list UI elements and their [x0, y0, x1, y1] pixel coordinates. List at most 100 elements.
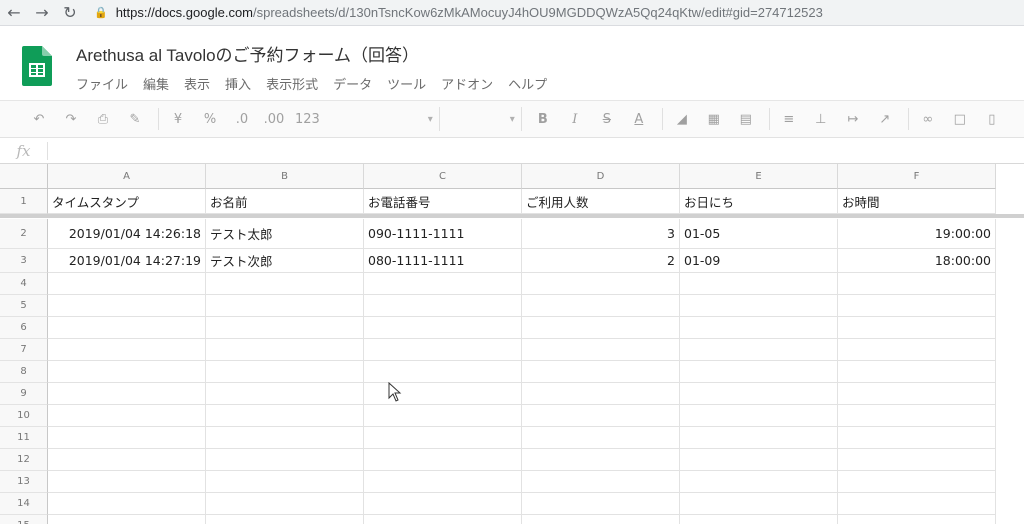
column-header-b[interactable]: B — [206, 164, 364, 189]
cell-e10[interactable] — [680, 405, 838, 427]
cell-d9[interactable] — [522, 383, 680, 405]
cell-f5[interactable] — [838, 295, 996, 317]
cell-a3[interactable]: 2019/01/04 14:27:19 — [48, 249, 206, 273]
cell-a9[interactable] — [48, 383, 206, 405]
cell-b4[interactable] — [206, 273, 364, 295]
cell-a11[interactable] — [48, 427, 206, 449]
cell-d7[interactable] — [522, 339, 680, 361]
cell-f9[interactable] — [838, 383, 996, 405]
text-rotation-icon[interactable]: ↗ — [874, 107, 896, 131]
cell-c3[interactable]: 080-1111-1111 — [364, 249, 522, 273]
cell-d5[interactable] — [522, 295, 680, 317]
cell-b5[interactable] — [206, 295, 364, 317]
row-header[interactable]: 14 — [0, 493, 48, 515]
row-header[interactable]: 9 — [0, 383, 48, 405]
cell-d4[interactable] — [522, 273, 680, 295]
cell-f12[interactable] — [838, 449, 996, 471]
sheets-logo-icon[interactable] — [22, 46, 52, 86]
cell-e2[interactable]: 01-05 — [680, 219, 838, 249]
cell-c11[interactable] — [364, 427, 522, 449]
cell-b3[interactable]: テスト次郎 — [206, 249, 364, 273]
cell-d2[interactable]: 3 — [522, 219, 680, 249]
text-wrap-icon[interactable]: ↦ — [842, 107, 864, 131]
menu-file[interactable]: ファイル — [76, 74, 137, 93]
fill-color-icon[interactable]: ◢ — [671, 107, 693, 131]
column-header-d[interactable]: D — [522, 164, 680, 189]
merge-cells-icon[interactable]: ▤ — [735, 107, 757, 131]
cell-d12[interactable] — [522, 449, 680, 471]
insert-link-icon[interactable]: ∞ — [917, 107, 939, 131]
cell-e8[interactable] — [680, 361, 838, 383]
cell-c15[interactable] — [364, 515, 522, 524]
cell-f7[interactable] — [838, 339, 996, 361]
row-header[interactable]: 10 — [0, 405, 48, 427]
row-header[interactable]: 13 — [0, 471, 48, 493]
row-header[interactable]: 4 — [0, 273, 48, 295]
cell-f14[interactable] — [838, 493, 996, 515]
menu-edit[interactable]: 編集 — [143, 74, 178, 93]
row-header[interactable]: 7 — [0, 339, 48, 361]
print-icon[interactable]: ⎙ — [92, 107, 114, 131]
row-header[interactable]: 11 — [0, 427, 48, 449]
cell-a7[interactable] — [48, 339, 206, 361]
bold-icon[interactable]: B — [532, 107, 554, 131]
cell-a12[interactable] — [48, 449, 206, 471]
cell-f6[interactable] — [838, 317, 996, 339]
menu-addons[interactable]: アドオン — [441, 74, 502, 93]
address-bar[interactable]: https://docs.google.com/spreadsheets/d/1… — [116, 5, 1024, 20]
cell-e13[interactable] — [680, 471, 838, 493]
cell-c10[interactable] — [364, 405, 522, 427]
menu-format[interactable]: 表示形式 — [266, 74, 327, 93]
column-header-a[interactable]: A — [48, 164, 206, 189]
cell-c5[interactable] — [364, 295, 522, 317]
cell-a5[interactable] — [48, 295, 206, 317]
cell-b15[interactable] — [206, 515, 364, 524]
cell-d13[interactable] — [522, 471, 680, 493]
frozen-row-divider[interactable] — [0, 214, 1024, 218]
paint-format-icon[interactable]: ✎ — [124, 107, 146, 131]
row-header[interactable]: 3 — [0, 249, 48, 273]
cell-b2[interactable]: テスト太郎 — [206, 219, 364, 249]
row-header[interactable]: 1 — [0, 189, 48, 214]
menu-help[interactable]: ヘルプ — [508, 74, 556, 93]
cell-c7[interactable] — [364, 339, 522, 361]
menu-data[interactable]: データ — [333, 74, 381, 93]
cell-b8[interactable] — [206, 361, 364, 383]
insert-chart-icon[interactable]: ▯ — [981, 107, 1003, 131]
cell-b13[interactable] — [206, 471, 364, 493]
reload-icon[interactable]: ↻ — [56, 0, 84, 26]
cell-e11[interactable] — [680, 427, 838, 449]
cell-e1[interactable]: お日にち — [680, 189, 838, 214]
menu-view[interactable]: 表示 — [184, 74, 219, 93]
row-header[interactable]: 5 — [0, 295, 48, 317]
cell-c6[interactable] — [364, 317, 522, 339]
cell-e7[interactable] — [680, 339, 838, 361]
cell-a13[interactable] — [48, 471, 206, 493]
cell-a8[interactable] — [48, 361, 206, 383]
horizontal-align-icon[interactable]: ≡ — [778, 107, 800, 131]
cell-d3[interactable]: 2 — [522, 249, 680, 273]
document-title[interactable]: Arethusa al Tavoloのご予約フォーム（回答） — [76, 41, 419, 66]
cell-a6[interactable] — [48, 317, 206, 339]
cell-a2[interactable]: 2019/01/04 14:26:18 — [48, 219, 206, 249]
cell-a14[interactable] — [48, 493, 206, 515]
cell-b11[interactable] — [206, 427, 364, 449]
cell-b10[interactable] — [206, 405, 364, 427]
cell-b9[interactable] — [206, 383, 364, 405]
strikethrough-icon[interactable]: S — [596, 107, 618, 131]
font-size-select[interactable]: ▾ — [450, 107, 522, 131]
decrease-decimal-button[interactable]: .0 — [231, 107, 253, 131]
vertical-align-icon[interactable]: ⊥ — [810, 107, 832, 131]
formula-input[interactable] — [48, 139, 1024, 163]
cell-e5[interactable] — [680, 295, 838, 317]
column-header-e[interactable]: E — [680, 164, 838, 189]
cell-f11[interactable] — [838, 427, 996, 449]
cell-d14[interactable] — [522, 493, 680, 515]
cell-e4[interactable] — [680, 273, 838, 295]
row-header[interactable]: 15 — [0, 515, 48, 524]
cell-f8[interactable] — [838, 361, 996, 383]
cell-c4[interactable] — [364, 273, 522, 295]
cell-e9[interactable] — [680, 383, 838, 405]
cell-b7[interactable] — [206, 339, 364, 361]
cell-d15[interactable] — [522, 515, 680, 524]
